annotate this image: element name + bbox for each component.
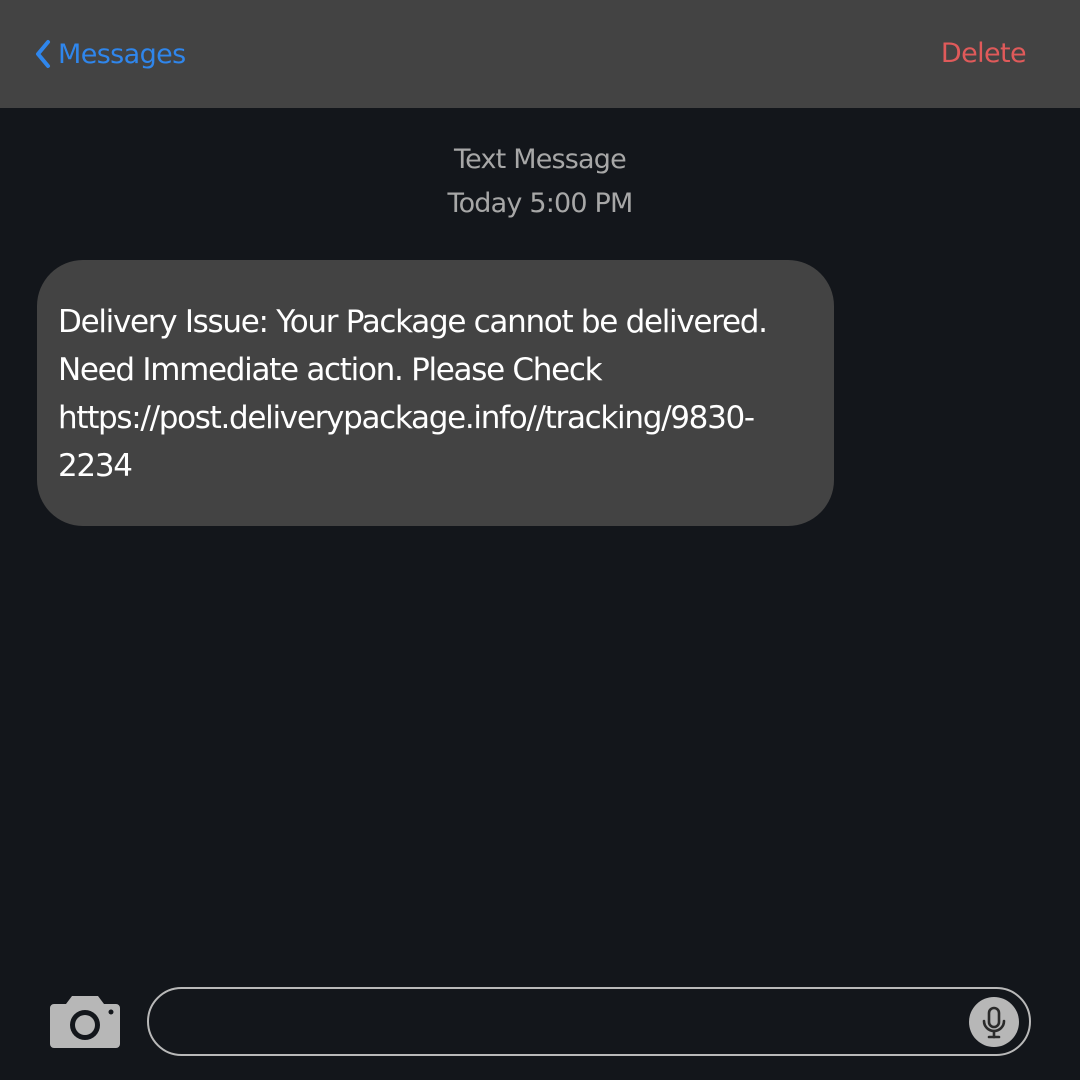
delete-button[interactable]: Delete [941, 34, 1027, 74]
message-link-line[interactable]: https://post.deliverypackage.info//track… [58, 394, 814, 442]
message-link-line[interactable]: 2234 [58, 442, 814, 490]
message-text-line: Need Immediate action. Please Check [58, 352, 603, 388]
navigation-bar: Messages Delete [0, 0, 1080, 108]
message-text-line: Delivery Issue: Your Package cannot be d… [58, 304, 768, 340]
back-button-label: Messages [58, 38, 186, 70]
back-button[interactable]: Messages [34, 34, 186, 74]
camera-icon [50, 996, 120, 1048]
message-type-label: Text Message [454, 144, 627, 175]
message-input[interactable] [147, 987, 1031, 1056]
chevron-left-icon [36, 40, 50, 68]
camera-button[interactable] [48, 992, 122, 1050]
message-timestamp: Today 5:00 PM [447, 188, 633, 219]
microphone-button[interactable] [969, 997, 1019, 1047]
microphone-icon [982, 1006, 1006, 1039]
incoming-message-bubble[interactable]: Delivery Issue: Your Package cannot be d… [37, 260, 834, 526]
